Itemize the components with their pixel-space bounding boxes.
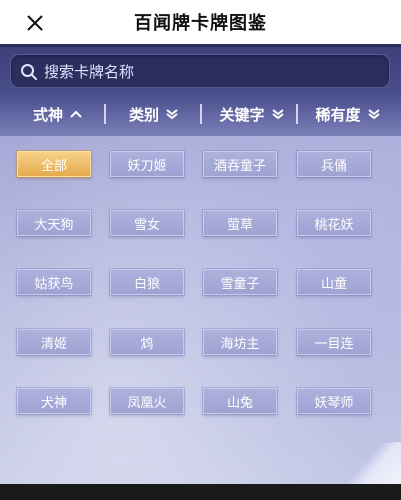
card-item[interactable]: 姑获鸟 — [17, 269, 91, 295]
card-label: 海坊主 — [220, 336, 260, 352]
filter-bar: 式神 类别 关键字 稀有度 — [0, 100, 401, 128]
card-label: 萤草 — [226, 217, 253, 233]
card-item[interactable]: 全部 — [17, 151, 91, 177]
page-curl-decoration — [335, 441, 401, 484]
card-item[interactable]: 山童 — [297, 269, 371, 295]
card-label: 白狼 — [133, 276, 160, 292]
filter-divider — [104, 104, 106, 124]
double-chevron-down-icon — [271, 109, 284, 120]
card-label: 酒吞童子 — [213, 158, 266, 174]
card-gallery-panel: 搜索卡牌名称 式神 类别 关键字 稀有度 全部 妖刀姬 酒吞童子 兵俑 大天狗 … — [0, 44, 401, 484]
card-label: 凤凰火 — [127, 395, 167, 411]
card-item[interactable]: 大天狗 — [17, 210, 91, 236]
card-item[interactable]: 白狼 — [110, 269, 184, 295]
card-item[interactable]: 妖刀姬 — [110, 151, 184, 177]
card-label: 妖琴师 — [314, 395, 354, 411]
card-label: 雪女 — [133, 217, 160, 233]
card-item[interactable]: 凤凰火 — [110, 388, 184, 414]
filter-category[interactable]: 类别 — [114, 100, 194, 128]
card-item[interactable]: 犬神 — [17, 388, 91, 414]
card-item[interactable]: 山兔 — [203, 388, 277, 414]
filter-rarity[interactable]: 稀有度 — [304, 100, 392, 128]
card-item[interactable]: 雪女 — [110, 210, 184, 236]
search-icon — [21, 64, 37, 80]
card-item[interactable]: 清姬 — [17, 329, 91, 355]
card-label: 全部 — [40, 158, 67, 174]
card-label: 山童 — [320, 276, 347, 292]
double-chevron-down-icon — [166, 109, 178, 120]
card-label: 犬神 — [40, 395, 67, 411]
filter-divider — [296, 104, 298, 124]
filter-keyword[interactable]: 关键字 — [208, 100, 296, 128]
card-item[interactable]: 兵俑 — [297, 151, 371, 177]
card-item[interactable]: 鸩 — [110, 329, 184, 355]
chevron-up-icon — [70, 110, 82, 118]
card-label: 清姬 — [40, 336, 67, 352]
card-item[interactable]: 萤草 — [203, 210, 277, 236]
card-label: 一目连 — [314, 336, 354, 352]
filter-label: 关键字 — [219, 105, 265, 124]
card-label: 鸩 — [140, 336, 154, 352]
title-bar: 百闻牌卡牌图鉴 — [0, 0, 401, 44]
card-item[interactable]: 酒吞童子 — [203, 151, 277, 177]
card-label: 大天狗 — [34, 217, 74, 233]
card-item[interactable]: 一目连 — [297, 329, 371, 355]
card-label: 桃花妖 — [314, 217, 354, 233]
card-item[interactable]: 妖琴师 — [297, 388, 371, 414]
double-chevron-down-icon — [367, 109, 380, 120]
filter-divider — [200, 104, 202, 124]
card-item[interactable]: 雪童子 — [203, 269, 277, 295]
card-label: 山兔 — [226, 395, 253, 411]
filter-label: 类别 — [128, 105, 159, 124]
search-placeholder: 搜索卡牌名称 — [44, 63, 135, 81]
card-label: 妖刀姬 — [127, 158, 167, 174]
card-label: 雪童子 — [220, 276, 260, 292]
filter-shikigami[interactable]: 式神 — [18, 100, 98, 128]
card-label: 兵俑 — [320, 158, 347, 174]
bottom-bar — [0, 484, 401, 500]
card-label: 姑获鸟 — [34, 276, 74, 292]
search-input[interactable]: 搜索卡牌名称 — [10, 54, 390, 88]
card-item[interactable]: 桃花妖 — [297, 210, 371, 236]
filter-label: 式神 — [32, 105, 63, 124]
panel-top-border — [0, 44, 401, 47]
page-title: 百闻牌卡牌图鉴 — [134, 13, 267, 34]
filter-label: 稀有度 — [315, 105, 361, 124]
card-item[interactable]: 海坊主 — [203, 329, 277, 355]
